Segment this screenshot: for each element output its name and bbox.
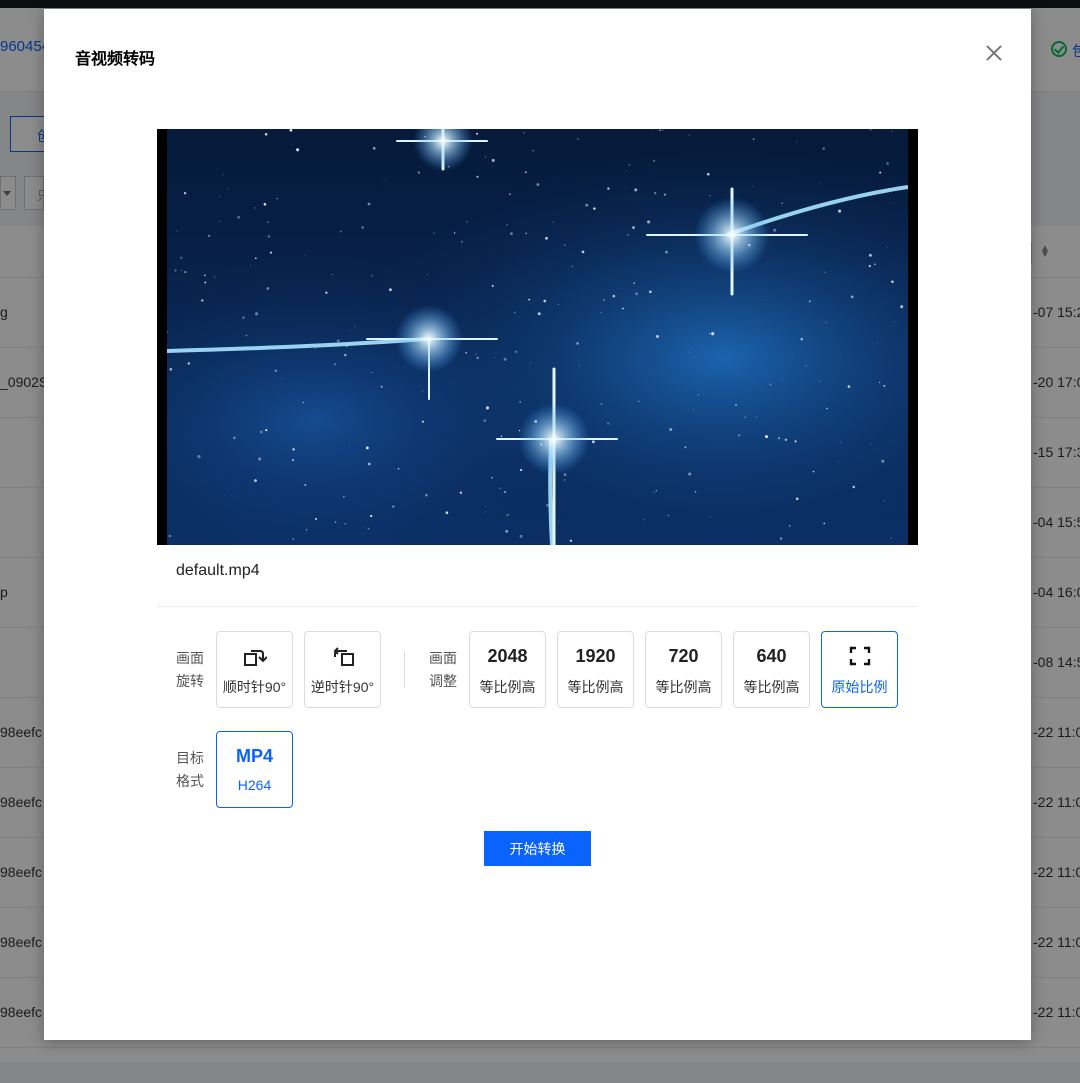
rotate-counterclockwise-label: 逆时针90°	[310, 679, 375, 695]
resize-1920-value: 1920	[575, 646, 616, 666]
rotate-label-line2: 旋转	[176, 673, 204, 689]
rotate-counterclockwise-button[interactable]: 逆时针90°	[304, 631, 381, 708]
resize-2048-label: 等比例高	[479, 679, 536, 695]
format-h264-label: H264	[237, 777, 272, 793]
resize-720-button[interactable]: 720 等比例高	[645, 631, 722, 708]
resize-2048-button[interactable]: 2048 等比例高	[469, 631, 546, 708]
resize-2048-value: 2048	[487, 646, 528, 666]
resize-label-line2: 调整	[429, 673, 457, 689]
resize-640-label: 等比例高	[743, 679, 800, 695]
video-preview[interactable]	[157, 129, 918, 545]
group-divider	[404, 651, 405, 687]
resize-1920-label: 等比例高	[567, 679, 624, 695]
format-group-label: 目标 格式	[176, 747, 206, 793]
rotate-clockwise-button[interactable]: 顺时针90°	[216, 631, 293, 708]
close-icon[interactable]	[984, 43, 1004, 63]
rotate-clockwise-label: 顺时针90°	[222, 679, 287, 695]
rotate-counterclockwise-icon	[305, 646, 380, 666]
dialog-title: 音视频转码	[75, 51, 156, 68]
format-label-line2: 格式	[176, 773, 204, 789]
rotate-group-label: 画面 旋转	[176, 647, 206, 693]
resize-640-button[interactable]: 640 等比例高	[733, 631, 810, 708]
transcode-dialog: 音视频转码 default.mp4 画面 旋转 顺时针90° 逆时针90° 画面…	[44, 9, 1031, 1040]
original-ratio-button[interactable]: 原始比例	[821, 631, 898, 708]
format-label-line1: 目标	[176, 750, 204, 766]
format-mp4-button[interactable]: MP4 H264	[216, 731, 293, 808]
file-name: default.mp4	[176, 562, 260, 579]
resize-group-label: 画面 调整	[429, 647, 459, 693]
format-mp4-value: MP4	[235, 746, 273, 766]
resize-label-line1: 画面	[429, 650, 457, 666]
resize-720-label: 等比例高	[655, 679, 712, 695]
rotate-clockwise-icon	[217, 646, 292, 666]
resize-1920-button[interactable]: 1920 等比例高	[557, 631, 634, 708]
video-frame	[167, 129, 908, 545]
section-divider	[157, 606, 918, 607]
fullscreen-icon	[822, 646, 897, 666]
original-ratio-label: 原始比例	[831, 679, 888, 695]
start-transcode-button[interactable]: 开始转换	[484, 831, 591, 866]
resize-720-value: 720	[668, 646, 699, 666]
resize-640-value: 640	[756, 646, 787, 666]
rotate-label-line1: 画面	[176, 650, 204, 666]
